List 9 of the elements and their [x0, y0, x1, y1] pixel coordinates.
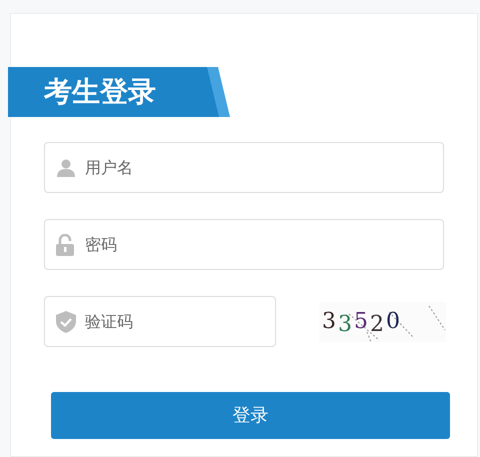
login-title: 考生登录: [44, 74, 156, 110]
input-field[interactable]: 密码: [44, 219, 444, 270]
shield-check-icon: [56, 310, 76, 332]
input-field[interactable]: 验证码: [44, 296, 276, 347]
login-button[interactable]: 登录: [51, 392, 450, 439]
padlock-icon: [56, 234, 74, 256]
input-field[interactable]: 用户名: [44, 142, 444, 193]
captcha-image[interactable]: 3 3 5 2 0: [319, 302, 446, 342]
person-icon: [56, 158, 76, 178]
